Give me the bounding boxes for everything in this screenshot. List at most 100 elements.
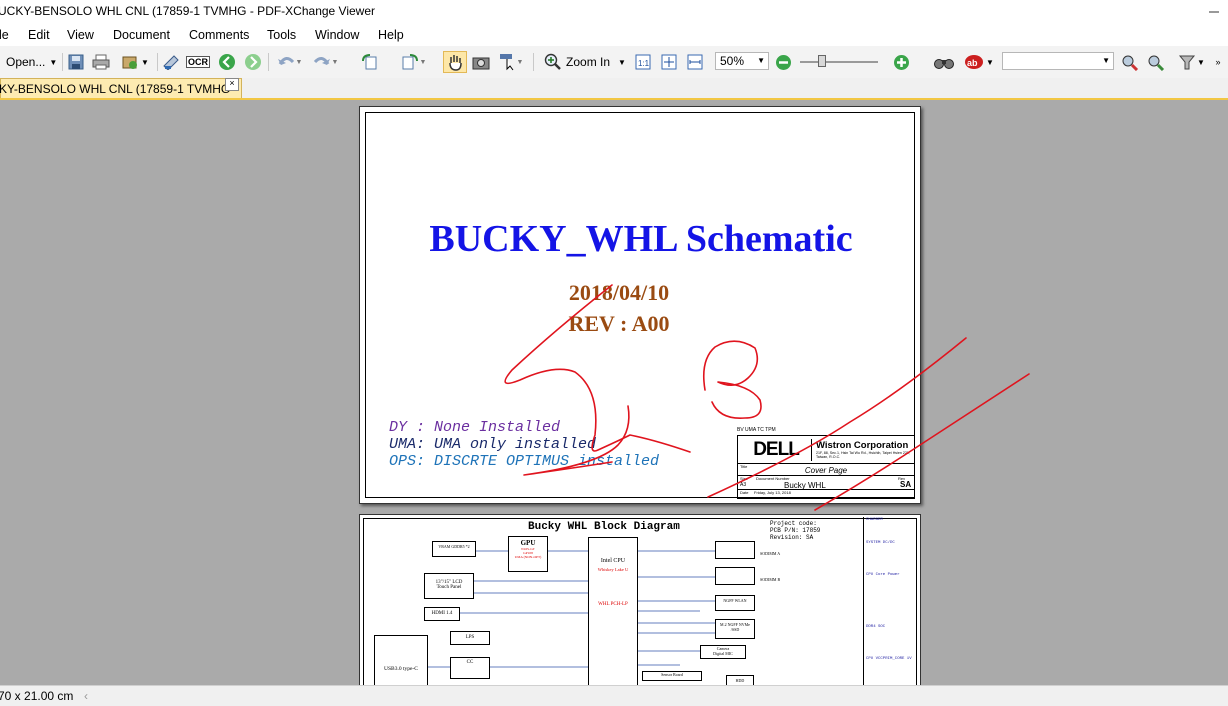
rotate-page-icon — [402, 54, 418, 70]
dell-logo: DELL — [741, 439, 812, 461]
block-ddr-a: SODIMM A — [715, 541, 780, 559]
find-previous-icon — [1122, 55, 1139, 71]
sodimm-a-label: SODIMM A — [760, 551, 781, 556]
block-hdmi: HDMI 1.4 — [424, 607, 460, 621]
actual-size-icon: 1:1 — [635, 54, 651, 70]
block-usb-typec: USB3.0 type-C — [374, 635, 428, 685]
forward-button[interactable] — [242, 51, 264, 73]
find-button[interactable] — [930, 51, 958, 73]
title-block: DELL Wistron Corporation 21F, 88, Sec.1,… — [737, 435, 915, 499]
zoom-level-select[interactable]: 50% ▼ — [715, 52, 769, 70]
minus-circle-icon — [775, 54, 791, 70]
spellcheck-button[interactable]: ab ▼ — [962, 51, 996, 73]
window-title: UCKY-BENSOLO WHL CNL (17859-1 TVMHG - PD… — [0, 4, 376, 18]
toolbar-overflow-button[interactable]: » — [1212, 51, 1224, 73]
toolbar: Open... ▼ ▼ OCR ▼ ▼ ▼ ▼ Zoom In ▼ 1:1 50… — [0, 46, 1228, 79]
zoom-in-tool[interactable]: Zoom In ▼ — [542, 51, 628, 73]
open-button[interactable]: Open... ▼ — [0, 51, 58, 73]
block-cc: CC — [450, 657, 490, 679]
chevron-down-icon: ▼ — [757, 56, 765, 65]
side-note: CHARGER — [866, 518, 883, 522]
menu-window[interactable]: Window — [315, 28, 359, 42]
toolbar-separator — [157, 53, 158, 71]
block-camera: Camera Digital MIC — [700, 645, 746, 659]
zoom-level-value: 50% — [720, 54, 745, 68]
actual-size-button[interactable]: 1:1 — [632, 51, 654, 73]
legend-uma: UMA: UMA only installed — [389, 436, 597, 453]
menu-document[interactable]: Document — [113, 28, 170, 42]
zoom-in-button[interactable] — [886, 51, 916, 73]
settings-icon — [1178, 55, 1196, 70]
zoom-in-icon — [544, 53, 561, 70]
close-tab-icon[interactable]: × — [225, 78, 239, 91]
export-icon — [122, 56, 138, 69]
block-hdd: HDD — [726, 675, 754, 685]
side-note: CPU Core Power — [866, 573, 900, 577]
schematic-date: 2018/04/10 — [568, 280, 670, 305]
ocr-button[interactable]: OCR — [186, 51, 210, 73]
snapshot-button[interactable] — [470, 51, 492, 73]
save-icon — [68, 54, 84, 70]
chevron-down-icon: ▼ — [516, 58, 524, 66]
scroll-left-icon[interactable]: ‹ — [84, 689, 88, 703]
rotate-button[interactable] — [346, 51, 394, 73]
fit-page-button[interactable] — [658, 51, 680, 73]
menu-comments[interactable]: Comments — [189, 28, 249, 42]
chevron-down-icon: ▼ — [141, 57, 149, 67]
hand-tool-button[interactable] — [443, 51, 467, 73]
select-text-button[interactable]: ▼ — [494, 51, 528, 73]
find-next-button[interactable] — [1144, 51, 1168, 73]
chevron-down-icon: ▼ — [1197, 57, 1205, 67]
company-name: Wistron Corporation — [816, 440, 909, 451]
binoculars-icon — [934, 59, 954, 69]
pch-label: WHL PCH-LP — [598, 602, 628, 607]
side-note: SYSTEM DC/DC — [866, 541, 895, 545]
scan-button[interactable] — [161, 51, 181, 73]
menu-file[interactable]: le — [0, 28, 9, 42]
menu-help[interactable]: Help — [378, 28, 404, 42]
save-button[interactable] — [66, 51, 86, 73]
titleblock-row-date: Date Friday, July 13, 2018 — [738, 489, 914, 499]
options-button[interactable]: ▼ — [1174, 51, 1208, 73]
export-button[interactable]: ▼ — [117, 51, 153, 73]
menu-edit[interactable]: Edit — [28, 28, 50, 42]
legend-dy: DY : None Installed — [389, 419, 561, 436]
menu-bar: le Edit View Document Comments Tools Win… — [0, 24, 1228, 46]
rotate-page-button[interactable]: ▼ — [396, 51, 430, 73]
zoom-slider-thumb[interactable] — [818, 55, 826, 67]
print-button[interactable] — [90, 51, 112, 73]
chevron-down-icon: ▼ — [618, 57, 626, 67]
undo-button[interactable]: ▼ — [272, 51, 306, 73]
rev-value: SA — [900, 480, 912, 489]
fit-page-icon — [661, 54, 677, 70]
fit-width-button[interactable] — [684, 51, 706, 73]
document-tab[interactable]: KY-BENSOLO WHL CNL (17859-1 TVMHG × — [0, 78, 242, 98]
overflow-chevron-icon: » — [1215, 57, 1221, 67]
schematic-revision: REV : A00 — [568, 311, 670, 336]
search-input[interactable]: ▼ — [1002, 52, 1114, 70]
chevron-down-icon: ▼ — [986, 57, 994, 67]
zoom-slider[interactable] — [800, 55, 878, 67]
arrow-right-icon — [245, 54, 261, 70]
zoom-out-button[interactable] — [773, 51, 793, 73]
menu-tools[interactable]: Tools — [267, 28, 296, 42]
block-diagram-title: Bucky WHL Block Diagram — [528, 521, 680, 533]
minimize-icon[interactable] — [1208, 6, 1220, 18]
document-viewer[interactable]: BUCKY_WHL Schematic 2018/04/10 REV : A00… — [0, 100, 1228, 685]
document-tab-label: KY-BENSOLO WHL CNL (17859-1 TVMHG — [0, 82, 231, 96]
zoom-in-label: Zoom In — [566, 55, 611, 69]
sheet-title: Cover Page — [804, 466, 848, 475]
find-previous-button[interactable] — [1118, 51, 1142, 73]
ocr-icon: OCR — [186, 56, 210, 68]
menu-view[interactable]: View — [67, 28, 94, 42]
document-tab-strip: KY-BENSOLO WHL CNL (17859-1 TVMHG × — [0, 78, 1228, 100]
block-sensor: Sensor Board — [642, 671, 702, 681]
size-value: A3 — [740, 482, 747, 488]
block-ddr-b: SODIMM B — [715, 567, 780, 585]
redo-button[interactable]: ▼ — [308, 51, 342, 73]
toolbar-separator — [533, 53, 534, 71]
back-button[interactable] — [216, 51, 238, 73]
scanner-icon — [163, 55, 179, 70]
cpu-sub: Whiskey Lake U — [597, 567, 629, 572]
gpu-sub: N16S-GT GP108 UMA (NON-OPT) — [514, 547, 542, 559]
